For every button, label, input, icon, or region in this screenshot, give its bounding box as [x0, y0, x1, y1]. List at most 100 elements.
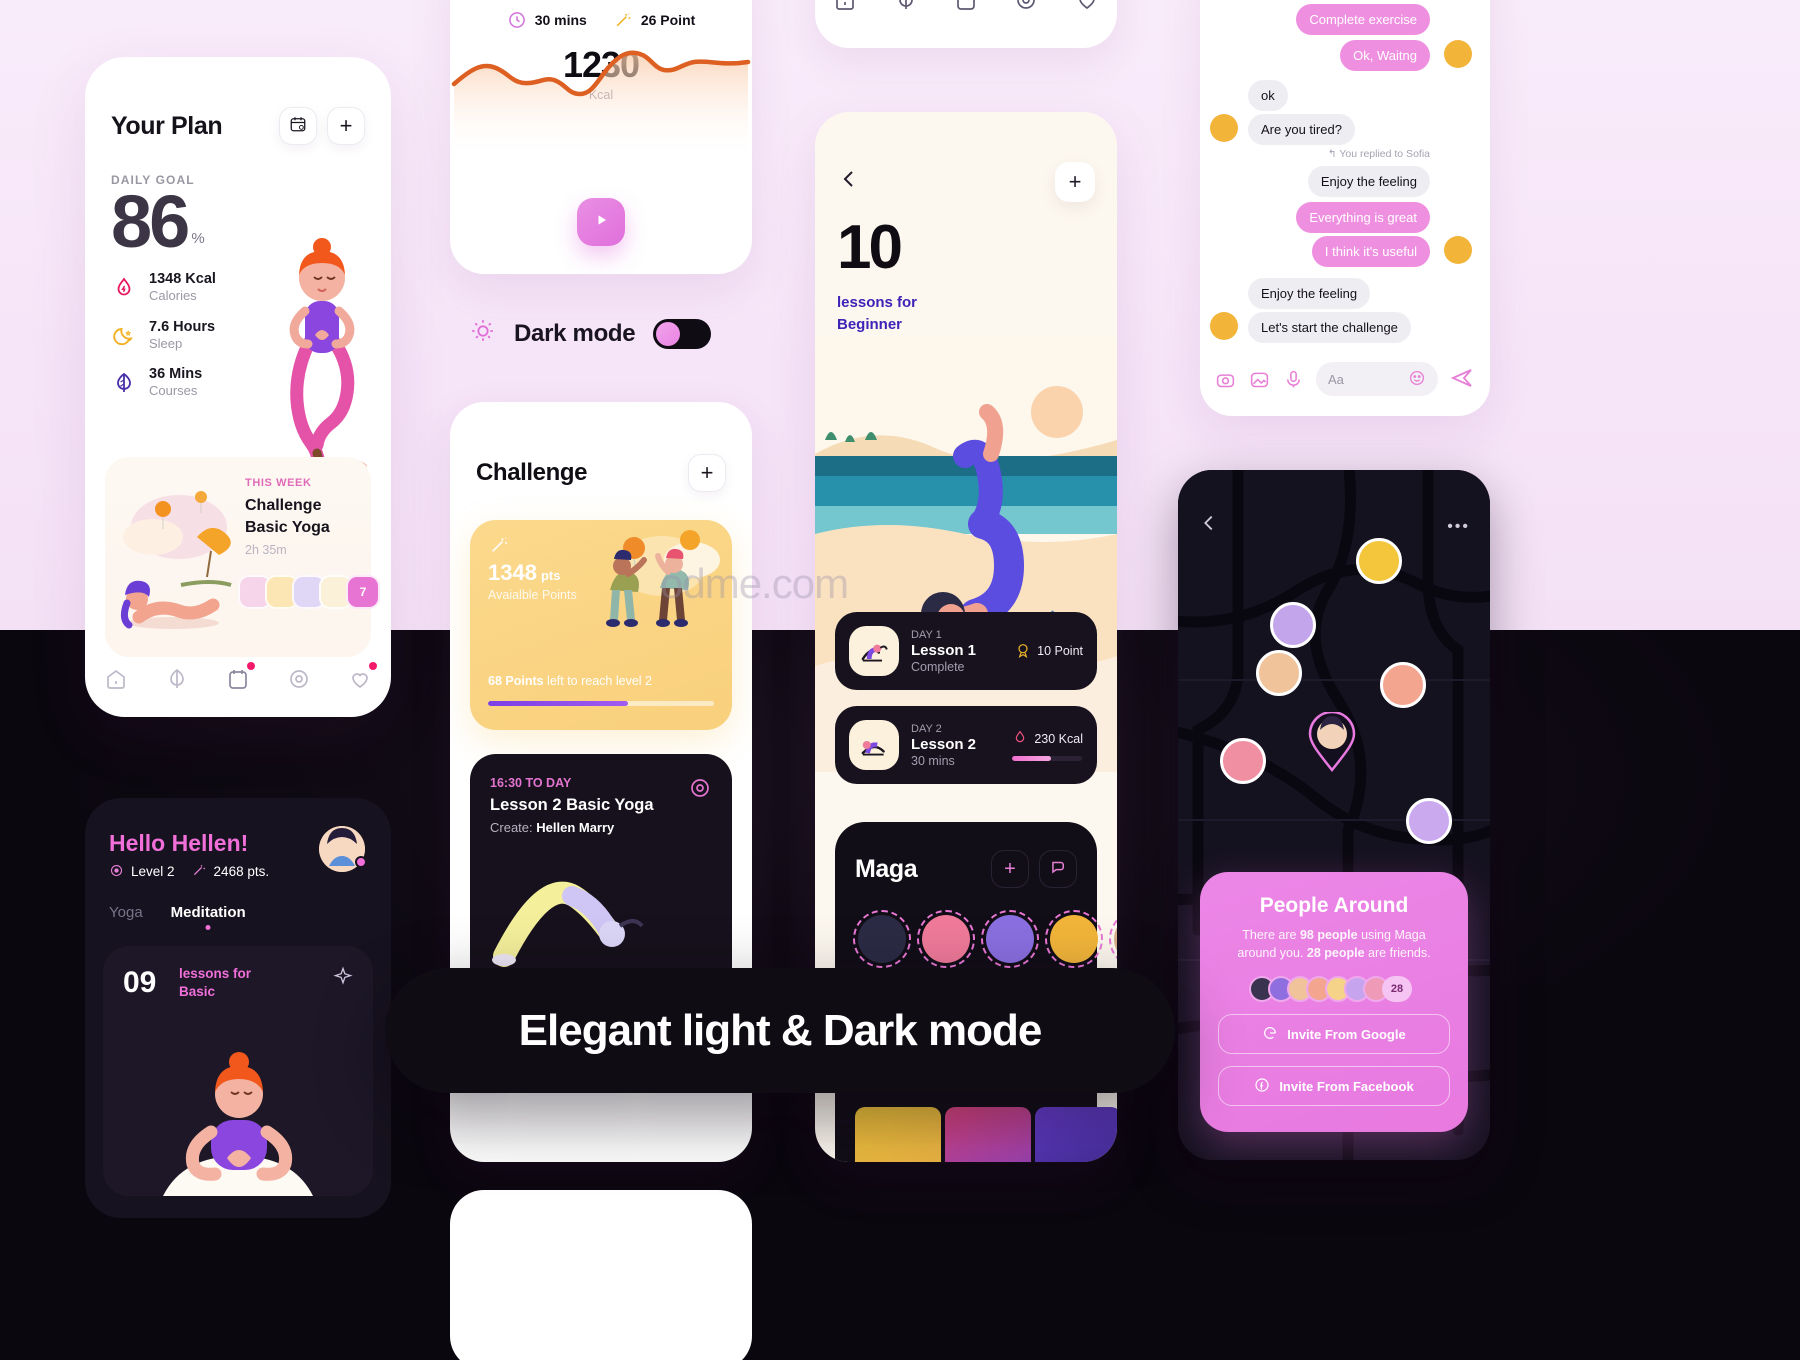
map-pin-avatar[interactable] [1220, 738, 1266, 784]
invite-facebook-button[interactable]: Invite From Facebook [1218, 1066, 1450, 1107]
invite-google-button[interactable]: Invite From Google [1218, 1014, 1450, 1055]
greeting-name: Hellen! [171, 830, 249, 856]
chat-input[interactable]: Aa [1316, 362, 1438, 396]
map-back-button[interactable] [1198, 512, 1220, 541]
map-pin-selected[interactable] [1308, 710, 1356, 773]
stories-row [835, 888, 1117, 968]
camera-icon[interactable] [1214, 368, 1236, 390]
image-icon[interactable] [1248, 368, 1270, 390]
challenge-illustration [120, 491, 232, 629]
avatar [1444, 236, 1472, 264]
tab-meditation[interactable]: Meditation [171, 904, 246, 921]
tab-yoga[interactable]: Yoga [109, 904, 143, 921]
reply-note: ↰ You replied to Sofia [1327, 148, 1430, 160]
target-icon[interactable] [688, 776, 714, 802]
lesson-thumbnail [849, 720, 899, 770]
story-item[interactable] [917, 910, 975, 968]
nav-favorites[interactable] [1072, 0, 1102, 15]
desc-e: are friends. [1364, 946, 1431, 961]
lesson-name: Lesson 1 [911, 641, 977, 659]
desc-b: 98 people [1299, 928, 1358, 942]
lesson-info: DAY 1 Lesson 1 Complete [911, 629, 1003, 674]
sparkle-icon[interactable] [333, 966, 353, 991]
story-item[interactable] [853, 910, 911, 968]
map-pin-avatar[interactable] [1356, 538, 1402, 584]
add-challenge-button[interactable]: + [688, 454, 726, 492]
nav-target[interactable] [1011, 0, 1041, 15]
nav-home[interactable] [830, 0, 860, 15]
desc-d: 28 people [1306, 946, 1365, 961]
meditation-lesson-card[interactable]: 09 lessons for Basic [103, 946, 373, 1196]
this-week-challenge-card[interactable]: THIS WEEK Challenge Basic Yoga 2h 35m 7 [105, 457, 380, 657]
calendar-button[interactable] [279, 107, 317, 145]
nav-courses[interactable] [891, 0, 921, 15]
chevron-left-icon [837, 167, 861, 197]
sun-icon [470, 318, 496, 349]
add-lesson-button[interactable]: + [1055, 162, 1095, 202]
post-image[interactable] [855, 1107, 941, 1162]
nav-calendar[interactable] [223, 662, 255, 694]
story-item[interactable] [1045, 910, 1103, 968]
people-avatars: 28 [1200, 976, 1468, 1003]
story-item[interactable] [1109, 910, 1117, 968]
invite-google-label: Invite From Google [1287, 1026, 1406, 1042]
map-pin-avatar[interactable] [1380, 662, 1426, 708]
chat-bubble-incoming: Let's start the challenge [1248, 312, 1411, 343]
plus-icon: + [1004, 857, 1016, 880]
nav-calendar[interactable] [951, 0, 981, 15]
stat-value: 36 Mins [149, 366, 203, 383]
target-icon [109, 863, 124, 881]
story-item[interactable] [981, 910, 1039, 968]
chat-button[interactable] [1039, 850, 1077, 888]
available-points-card[interactable]: 1348 pts Avaialble Points 68 Points left… [470, 520, 732, 730]
category-tabs: Yoga Meditation [109, 904, 246, 921]
dark-mode-row: Dark mode [470, 318, 712, 349]
top-nav-screen [815, 0, 1117, 48]
add-post-button[interactable]: + [991, 850, 1029, 888]
activity-points-text: 26 Point [640, 12, 696, 28]
moon-icon [111, 323, 137, 349]
nav-courses[interactable] [162, 664, 192, 694]
meditation-count: 09 [123, 966, 157, 999]
pose-pill-count: 7 [346, 575, 380, 609]
chat-bubble-outgoing: Ok, Waitng [1340, 40, 1430, 71]
lesson-row[interactable]: DAY 1 Lesson 1 Complete 10 Point [835, 612, 1097, 690]
chat-screen: Complete exercise Ok, Waitng ok Are you … [1200, 0, 1490, 416]
maga-actions: + [991, 850, 1077, 888]
dark-mode-toggle[interactable] [653, 318, 712, 349]
mic-icon[interactable] [1282, 368, 1304, 390]
lesson-info: DAY 2 Lesson 2 30 mins [911, 723, 1000, 768]
nav-target[interactable] [284, 664, 314, 694]
send-icon[interactable] [1450, 366, 1476, 392]
points-number: 1348 [488, 560, 537, 585]
play-button[interactable] [577, 198, 625, 246]
back-button[interactable] [837, 167, 861, 195]
dark-mode-label: Dark mode [514, 319, 636, 347]
chevron-left-icon [1198, 513, 1220, 540]
lesson-metric: 10 Point [1015, 642, 1083, 661]
activity-duration-text: 30 mins [534, 12, 587, 28]
magic-icon [488, 534, 510, 561]
post-image[interactable] [1035, 1107, 1117, 1162]
add-plan-button[interactable]: + [327, 107, 365, 145]
activity-duration: 30 mins [507, 10, 587, 30]
map-pin-avatar[interactable] [1406, 798, 1452, 844]
invite-facebook-label: Invite From Facebook [1279, 1078, 1414, 1094]
lesson-row[interactable]: DAY 2 Lesson 2 30 mins 230 Kcal [835, 706, 1097, 784]
points-left-rest: left to reach level 2 [543, 674, 652, 688]
week-duration: 2h 35m [245, 543, 287, 557]
emoji-icon[interactable] [1408, 369, 1426, 390]
top-nav-bar [815, 0, 1117, 30]
chat-bubble-incoming: Enjoy the feeling [1248, 278, 1371, 309]
post-image[interactable] [945, 1107, 1031, 1162]
chat-bubble-incoming: ok [1248, 80, 1288, 111]
nav-favorites[interactable] [345, 662, 378, 694]
page-title: Your Plan [111, 111, 223, 140]
map-pin-avatar[interactable] [1270, 602, 1316, 648]
people-around-description: There are 98 people using Maga around yo… [1200, 918, 1468, 962]
daily-goal-unit: % [191, 230, 205, 248]
map-pin-avatar[interactable] [1256, 650, 1302, 696]
nav-home[interactable] [101, 664, 131, 694]
lesson-metric: 230 Kcal [1012, 729, 1083, 761]
map-more-icon[interactable]: ••• [1447, 518, 1470, 536]
